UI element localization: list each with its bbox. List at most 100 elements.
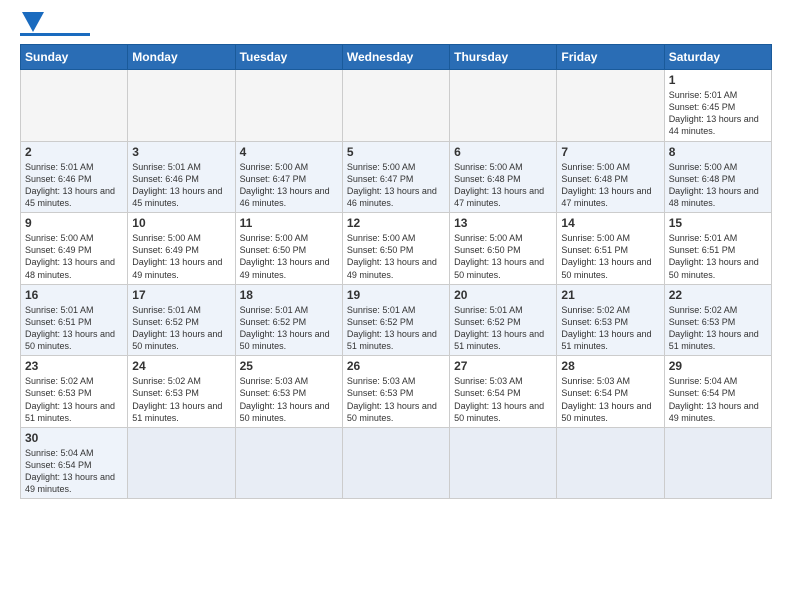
calendar-cell: 25 Sunrise: 5:03 AM Sunset: 6:53 PM Dayli… xyxy=(235,356,342,428)
day-number: 22 xyxy=(669,288,767,302)
day-info: Sunrise: 5:01 AM Sunset: 6:46 PM Dayligh… xyxy=(132,161,230,210)
day-number: 1 xyxy=(669,73,767,87)
logo-icon xyxy=(22,12,44,32)
day-number: 11 xyxy=(240,216,338,230)
day-number: 19 xyxy=(347,288,445,302)
calendar-cell: 30Sunrise: 5:04 AM Sunset: 6:54 PM Dayli… xyxy=(21,427,128,499)
calendar-cell xyxy=(235,70,342,142)
weekday-header-saturday: Saturday xyxy=(664,45,771,70)
day-number: 27 xyxy=(454,359,552,373)
day-number: 6 xyxy=(454,145,552,159)
day-info: Sunrise: 5:03 AM Sunset: 6:54 PM Dayligh… xyxy=(561,375,659,424)
day-info: Sunrise: 5:00 AM Sunset: 6:50 PM Dayligh… xyxy=(454,232,552,281)
day-number: 8 xyxy=(669,145,767,159)
calendar-cell xyxy=(664,427,771,499)
day-info: Sunrise: 5:00 AM Sunset: 6:48 PM Dayligh… xyxy=(669,161,767,210)
day-info: Sunrise: 5:01 AM Sunset: 6:51 PM Dayligh… xyxy=(669,232,767,281)
calendar-cell: 3 Sunrise: 5:01 AM Sunset: 6:46 PM Daylig… xyxy=(128,141,235,213)
calendar-cell: 2 Sunrise: 5:01 AM Sunset: 6:46 PM Daylig… xyxy=(21,141,128,213)
day-number: 3 xyxy=(132,145,230,159)
calendar-cell: 14Sunrise: 5:00 AM Sunset: 6:51 PM Dayli… xyxy=(557,213,664,285)
day-info: Sunrise: 5:04 AM Sunset: 6:54 PM Dayligh… xyxy=(669,375,767,424)
calendar-cell: 4Sunrise: 5:00 AM Sunset: 6:47 PM Daylig… xyxy=(235,141,342,213)
calendar-cell: 23Sunrise: 5:02 AM Sunset: 6:53 PM Dayli… xyxy=(21,356,128,428)
day-info: Sunrise: 5:00 AM Sunset: 6:50 PM Dayligh… xyxy=(347,232,445,281)
day-info: Sunrise: 5:00 AM Sunset: 6:51 PM Dayligh… xyxy=(561,232,659,281)
calendar-cell: 13 Sunrise: 5:00 AM Sunset: 6:50 PM Dayli… xyxy=(450,213,557,285)
day-number: 21 xyxy=(561,288,659,302)
calendar-cell xyxy=(450,70,557,142)
weekday-header-thursday: Thursday xyxy=(450,45,557,70)
weekday-header-row: SundayMondayTuesdayWednesdayThursdayFrid… xyxy=(21,45,772,70)
calendar-cell: 5 Sunrise: 5:00 AM Sunset: 6:47 PM Daylig… xyxy=(342,141,449,213)
calendar-cell xyxy=(557,427,664,499)
calendar-week-5: 23 Sunrise: 5:02 AM Sunset: 6:53 PM Dayli… xyxy=(21,356,772,428)
weekday-header-friday: Friday xyxy=(557,45,664,70)
day-info: Sunrise: 5:01 AM Sunset: 6:51 PM Dayligh… xyxy=(25,304,123,353)
day-number: 9 xyxy=(25,216,123,230)
day-info: Sunrise: 5:00 AM Sunset: 6:48 PM Dayligh… xyxy=(454,161,552,210)
day-info: Sunrise: 5:01 AM Sunset: 6:52 PM Dayligh… xyxy=(454,304,552,353)
calendar-body: 1 Sunrise: 5:01 AM Sunset: 6:45 PM Daylig… xyxy=(21,70,772,499)
calendar-week-6: 30Sunrise: 5:04 AM Sunset: 6:54 PM Dayli… xyxy=(21,427,772,499)
calendar-cell: 24 Sunrise: 5:02 AM Sunset: 6:53 PM Dayli… xyxy=(128,356,235,428)
calendar-week-4: 16 Sunrise: 5:01 AM Sunset: 6:51 PM Dayli… xyxy=(21,284,772,356)
day-number: 2 xyxy=(25,145,123,159)
logo xyxy=(20,16,90,36)
day-number: 18 xyxy=(240,288,338,302)
day-info: Sunrise: 5:01 AM Sunset: 6:45 PM Dayligh… xyxy=(669,89,767,138)
day-number: 23 xyxy=(25,359,123,373)
calendar-cell xyxy=(21,70,128,142)
day-number: 16 xyxy=(25,288,123,302)
calendar-cell xyxy=(342,70,449,142)
calendar-cell: 1 Sunrise: 5:01 AM Sunset: 6:45 PM Daylig… xyxy=(664,70,771,142)
calendar-week-1: 1 Sunrise: 5:01 AM Sunset: 6:45 PM Daylig… xyxy=(21,70,772,142)
day-info: Sunrise: 5:04 AM Sunset: 6:54 PM Dayligh… xyxy=(25,447,123,496)
calendar-cell: 9 Sunrise: 5:00 AM Sunset: 6:49 PM Daylig… xyxy=(21,213,128,285)
page: SundayMondayTuesdayWednesdayThursdayFrid… xyxy=(0,0,792,509)
day-info: Sunrise: 5:03 AM Sunset: 6:54 PM Dayligh… xyxy=(454,375,552,424)
day-number: 15 xyxy=(669,216,767,230)
day-number: 7 xyxy=(561,145,659,159)
weekday-header-monday: Monday xyxy=(128,45,235,70)
day-info: Sunrise: 5:01 AM Sunset: 6:52 PM Dayligh… xyxy=(240,304,338,353)
calendar-table: SundayMondayTuesdayWednesdayThursdayFrid… xyxy=(20,44,772,499)
day-number: 20 xyxy=(454,288,552,302)
calendar-cell: 12 Sunrise: 5:00 AM Sunset: 6:50 PM Dayli… xyxy=(342,213,449,285)
calendar-cell: 21 Sunrise: 5:02 AM Sunset: 6:53 PM Dayli… xyxy=(557,284,664,356)
day-info: Sunrise: 5:01 AM Sunset: 6:46 PM Dayligh… xyxy=(25,161,123,210)
calendar-cell: 28Sunrise: 5:03 AM Sunset: 6:54 PM Dayli… xyxy=(557,356,664,428)
day-number: 25 xyxy=(240,359,338,373)
calendar-week-2: 2 Sunrise: 5:01 AM Sunset: 6:46 PM Daylig… xyxy=(21,141,772,213)
day-number: 10 xyxy=(132,216,230,230)
calendar-cell xyxy=(128,70,235,142)
day-number: 12 xyxy=(347,216,445,230)
day-info: Sunrise: 5:00 AM Sunset: 6:48 PM Dayligh… xyxy=(561,161,659,210)
calendar-cell: 11Sunrise: 5:00 AM Sunset: 6:50 PM Dayli… xyxy=(235,213,342,285)
day-info: Sunrise: 5:02 AM Sunset: 6:53 PM Dayligh… xyxy=(132,375,230,424)
header xyxy=(20,16,772,36)
calendar-cell: 18 Sunrise: 5:01 AM Sunset: 6:52 PM Dayli… xyxy=(235,284,342,356)
day-info: Sunrise: 5:01 AM Sunset: 6:52 PM Dayligh… xyxy=(347,304,445,353)
calendar-cell: 15 Sunrise: 5:01 AM Sunset: 6:51 PM Dayli… xyxy=(664,213,771,285)
calendar-cell: 6 Sunrise: 5:00 AM Sunset: 6:48 PM Daylig… xyxy=(450,141,557,213)
day-info: Sunrise: 5:00 AM Sunset: 6:47 PM Dayligh… xyxy=(347,161,445,210)
weekday-header-sunday: Sunday xyxy=(21,45,128,70)
day-info: Sunrise: 5:00 AM Sunset: 6:49 PM Dayligh… xyxy=(132,232,230,281)
day-info: Sunrise: 5:00 AM Sunset: 6:49 PM Dayligh… xyxy=(25,232,123,281)
day-info: Sunrise: 5:02 AM Sunset: 6:53 PM Dayligh… xyxy=(561,304,659,353)
day-info: Sunrise: 5:03 AM Sunset: 6:53 PM Dayligh… xyxy=(240,375,338,424)
day-number: 13 xyxy=(454,216,552,230)
logo-underline xyxy=(20,33,90,36)
calendar-cell xyxy=(342,427,449,499)
calendar-cell: 7 Sunrise: 5:00 AM Sunset: 6:48 PM Daylig… xyxy=(557,141,664,213)
calendar-cell: 26Sunrise: 5:03 AM Sunset: 6:53 PM Dayli… xyxy=(342,356,449,428)
day-number: 24 xyxy=(132,359,230,373)
day-number: 5 xyxy=(347,145,445,159)
day-info: Sunrise: 5:02 AM Sunset: 6:53 PM Dayligh… xyxy=(669,304,767,353)
calendar-cell: 20 Sunrise: 5:01 AM Sunset: 6:52 PM Dayli… xyxy=(450,284,557,356)
day-number: 17 xyxy=(132,288,230,302)
calendar-cell xyxy=(557,70,664,142)
calendar-cell: 16 Sunrise: 5:01 AM Sunset: 6:51 PM Dayli… xyxy=(21,284,128,356)
day-info: Sunrise: 5:03 AM Sunset: 6:53 PM Dayligh… xyxy=(347,375,445,424)
